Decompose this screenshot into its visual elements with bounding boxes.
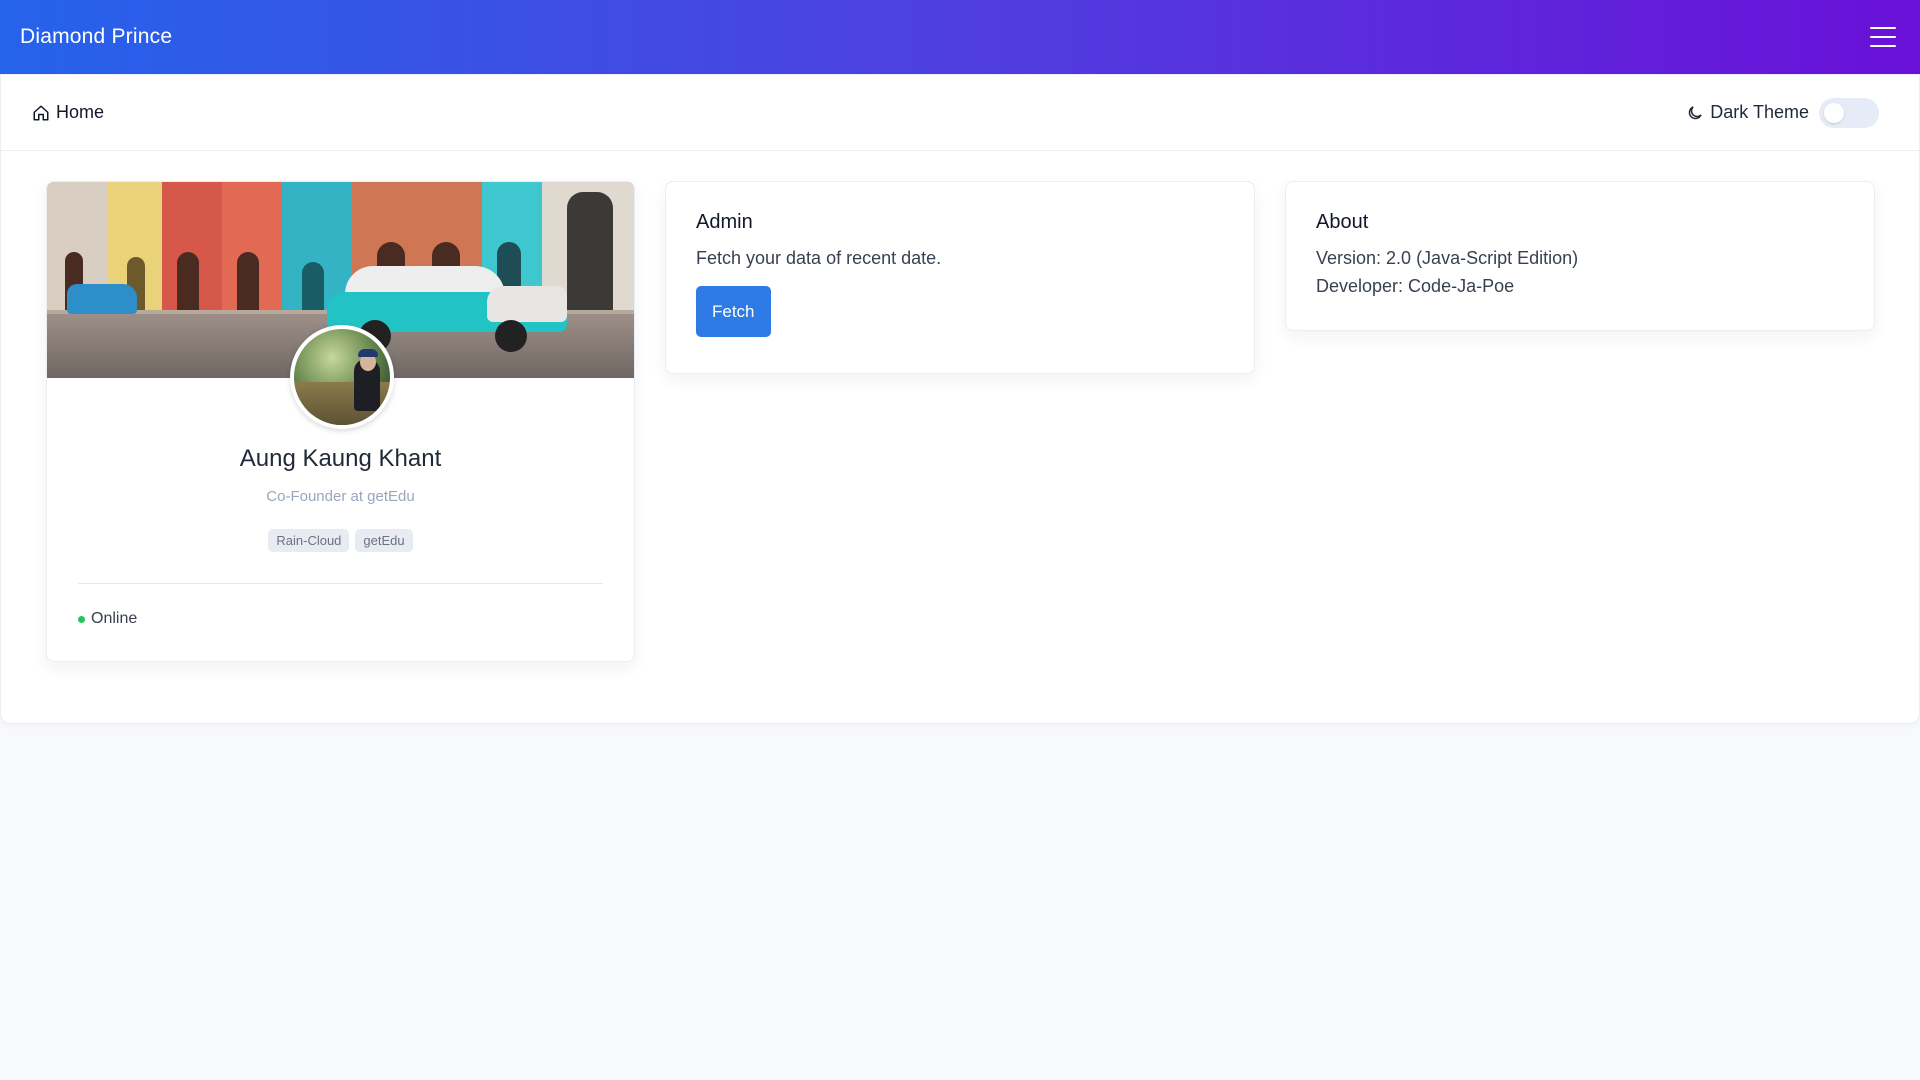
theme-switcher: Dark Theme (1686, 97, 1879, 128)
profile-card: Aung Kaung Khant Co-Founder at getEdu Ra… (46, 181, 635, 662)
status-text: Online (91, 610, 138, 627)
dark-theme-label: Dark Theme (1710, 102, 1809, 122)
admin-title: Admin (696, 211, 753, 233)
about-card: About Version: 2.0 (Java-Script Edition)… (1285, 181, 1875, 331)
tag-getedu[interactable]: getEdu (355, 529, 413, 552)
top-navbar: Diamond Prince (0, 0, 1920, 74)
about-developer: Developer: Code-Ja-Poe (1316, 276, 1515, 296)
fetch-button[interactable]: Fetch (696, 286, 771, 337)
status-indicator: Online (78, 610, 137, 628)
hamburger-icon[interactable] (1870, 27, 1896, 47)
subheader: Home Dark Theme (1, 75, 1919, 151)
divider (78, 583, 603, 584)
moon-icon (1689, 105, 1702, 119)
home-icon (33, 105, 49, 120)
dark-theme-toggle[interactable] (1819, 97, 1879, 128)
admin-description: Fetch your data of recent date. (696, 248, 942, 268)
about-version: Version: 2.0 (Java-Script Edition) (1316, 248, 1579, 268)
profile-role: Co-Founder at getEdu (266, 488, 415, 505)
home-link[interactable]: Home (32, 102, 104, 123)
online-dot-icon (78, 615, 85, 623)
avatar[interactable] (290, 325, 394, 429)
admin-card: Admin Fetch your data of recent date. Fe… (665, 181, 1255, 374)
tag-rain-cloud[interactable]: Rain-Cloud (268, 529, 350, 552)
profile-tags: Rain-Cloud getEdu (47, 529, 634, 552)
profile-name: Aung Kaung Khant (239, 445, 442, 472)
brand-title[interactable]: Diamond Prince (20, 25, 172, 49)
home-label: Home (56, 102, 105, 122)
toggle-knob (1824, 102, 1844, 123)
about-title: About (1316, 211, 1369, 233)
